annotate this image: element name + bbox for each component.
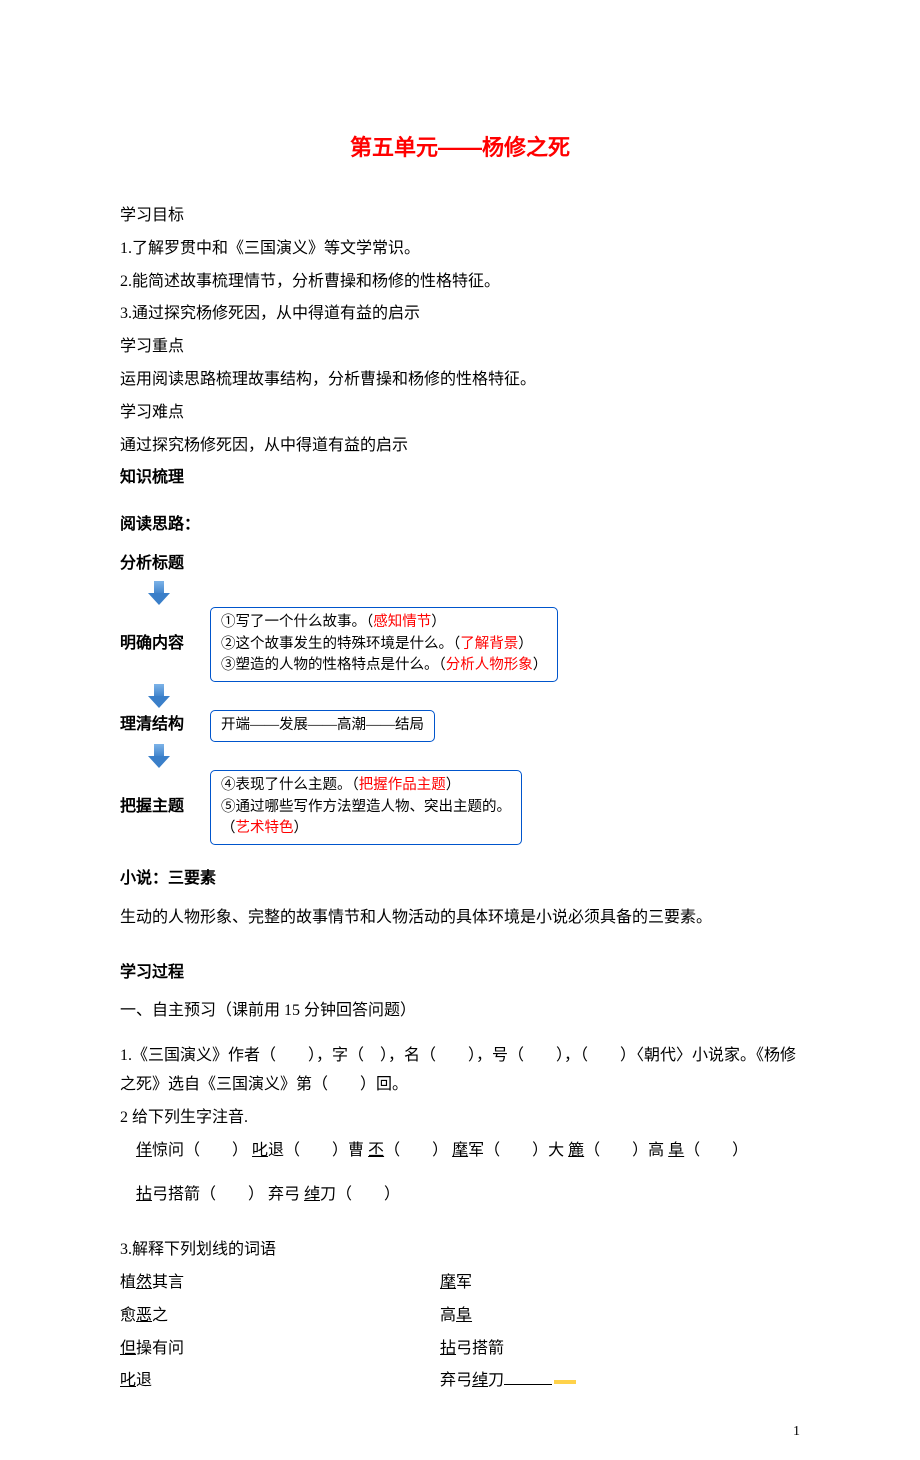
- diagram-box-structure: 开端——发展——高潮——结局: [210, 710, 435, 742]
- goal-3: 3.通过探究杨修死因，从中得道有益的启示: [120, 300, 800, 329]
- arrow-down-icon: [148, 744, 170, 768]
- diagram-step-1: 分析标题: [120, 550, 210, 579]
- goal-1: 1.了解罗贯中和《三国演义》等文学常识。: [120, 235, 800, 264]
- question-1: 1.《三国演义》作者（ ），字（ ），名（ ），号（ ），（ ）〈朝代〉小说家。…: [120, 1042, 800, 1100]
- diagram-box-content: ①写了一个什么故事。（感知情节） ②这个故事发生的特殊环境是什么。（了解背景） …: [210, 607, 558, 682]
- question-3-heading: 3.解释下列划线的词语: [120, 1236, 800, 1265]
- question-2-heading: 2 给下列生字注音.: [120, 1104, 800, 1133]
- question-2-line-1: 佯惊问（ ） 叱退（ ）曹 丕（ ） 麾军（ ）大 簏（ ）高 阜（ ）: [120, 1137, 800, 1166]
- goal-2: 2.能简述故事梳理情节，分析曹操和杨修的性格特征。: [120, 268, 800, 297]
- diagram-step-2: 明确内容: [120, 630, 210, 659]
- diagram-step-3: 理清结构: [120, 711, 210, 740]
- focus-body: 运用阅读思路梳理故事结构，分析曹操和杨修的性格特征。: [120, 366, 800, 395]
- novel-heading: 小说：三要素: [120, 865, 800, 894]
- difficulty-heading: 学习难点: [120, 399, 800, 428]
- process-heading: 学习过程: [120, 959, 800, 988]
- diagram-step-4: 把握主题: [120, 793, 210, 822]
- novel-body: 生动的人物形象、完整的故事情节和人物活动的具体环境是小说必须具备的三要素。: [120, 904, 800, 933]
- yellow-highlight: [554, 1380, 576, 1384]
- page-number: 1: [793, 1424, 800, 1440]
- preview-heading: 一、自主预习（课前用 15 分钟回答问题）: [120, 997, 800, 1026]
- question-2-line-2: 拈弓搭箭（ ） 弃弓 绰刀（ ）: [120, 1181, 800, 1210]
- blank-underline: [504, 1384, 552, 1385]
- reading-heading: 阅读思路：: [120, 511, 800, 540]
- reading-diagram: 分析标题 明确内容 ①写了一个什么故事。（感知情节） ②这个故事发生的特殊环境是…: [120, 550, 800, 845]
- arrow-down-icon: [148, 581, 170, 605]
- goals-heading: 学习目标: [120, 202, 800, 231]
- arrow-down-icon: [148, 684, 170, 708]
- focus-heading: 学习重点: [120, 333, 800, 362]
- page-title: 第五单元——杨修之死: [120, 130, 800, 162]
- difficulty-body: 通过探究杨修死因，从中得道有益的启示: [120, 432, 800, 461]
- knowledge-heading: 知识梳理: [120, 464, 800, 493]
- question-3-columns: 植然其言 愈恶之 但操有问 叱退 麾军 高阜 拈弓搭箭 弃弓绰刀: [120, 1269, 800, 1400]
- diagram-box-theme: ④表现了什么主题。（把握作品主题） ⑤通过哪些写作方法塑造人物、突出主题的。 （…: [210, 770, 522, 845]
